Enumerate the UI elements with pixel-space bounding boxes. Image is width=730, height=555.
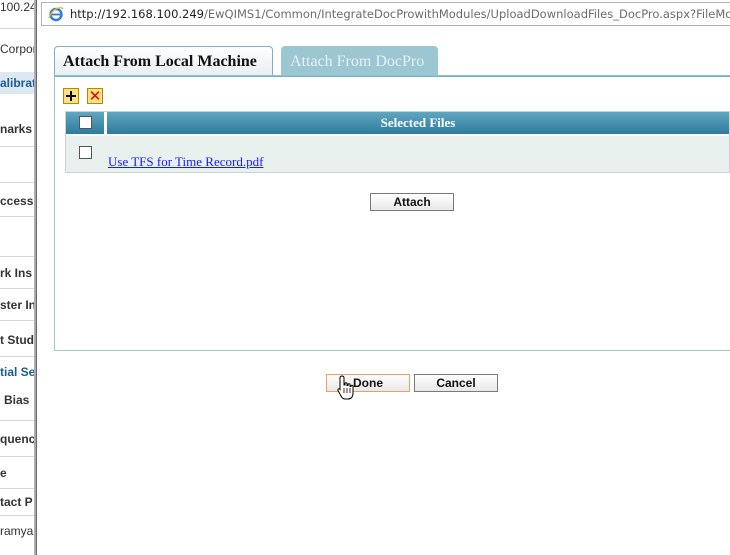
bg-master-item[interactable]: ster In [0,298,36,312]
bg-bias-item[interactable]: Bias [4,393,29,407]
bg-work-item[interactable]: rk Ins [0,266,32,280]
bg-contact-item[interactable]: tact P [0,495,33,509]
tab-attach-local[interactable]: Attach From Local Machine [54,46,273,76]
internet-explorer-icon [48,6,64,22]
bg-e-item[interactable]: e [0,466,7,480]
bg-user-fragment: ramya [0,524,34,538]
bg-frequency-item[interactable]: quenc [0,432,35,446]
bg-company-fragment: Corpor [0,42,37,56]
table-row: Use TFS for Time Record.pdf [66,136,729,172]
selected-files-header: Selected Files [107,112,729,134]
attach-button[interactable]: Attach [370,193,454,211]
hand-cursor-icon [337,375,354,400]
url-path: /EwQIMS1/Common/IntegrateDocProwithModul… [204,7,730,21]
bg-sequential-item[interactable]: tial Se [0,365,35,379]
file-link[interactable]: Use TFS for Time Record.pdf [108,154,263,170]
row-checkbox[interactable] [79,146,92,159]
select-all-checkbox[interactable] [79,116,92,129]
delete-file-icon[interactable]: ✕ [87,88,103,104]
selected-files-table: Selected Files Use TFS for Time Record.p… [65,111,730,173]
bg-study-item[interactable]: t Stud [0,333,34,347]
url-host: http://192.168.100.249 [70,7,204,21]
header-checkbox-cell [66,112,105,134]
tab-attach-docpro[interactable]: Attach From DocPro [281,46,438,76]
add-file-icon[interactable] [63,88,79,104]
address-bar[interactable]: http://192.168.100.249/EwQIMS1/Common/In… [41,2,730,26]
cancel-button[interactable]: Cancel [414,374,498,392]
bg-remarks-label: narks [0,122,33,136]
